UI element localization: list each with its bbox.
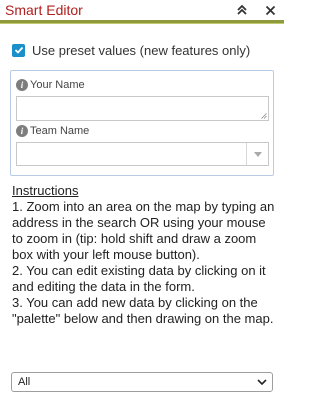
attribute-fields: i Your Name i Team Name xyxy=(10,70,274,176)
close-icon xyxy=(265,5,275,15)
team-name-select[interactable] xyxy=(16,142,269,166)
info-icon[interactable]: i xyxy=(16,79,28,91)
info-icon[interactable]: i xyxy=(16,125,28,137)
team-name-label: Team Name xyxy=(30,125,90,137)
collapse-button[interactable] xyxy=(235,3,249,17)
instruction-step: 3. You can add new data by clicking on t… xyxy=(12,295,274,326)
resize-grip-icon[interactable] xyxy=(261,113,267,119)
instructions-section: Instructions 1. Zoom into an area on the… xyxy=(12,183,276,327)
layer-filter-select[interactable]: All xyxy=(11,372,273,392)
preset-values-option: Use preset values (new features only) xyxy=(12,41,250,59)
instruction-step: 1. Zoom into an area on the map by typin… xyxy=(12,199,275,262)
instruction-step: 2. You can edit existing data by clickin… xyxy=(12,263,266,294)
panel-title: Smart Editor xyxy=(5,2,83,18)
preset-values-checkbox[interactable] xyxy=(12,43,25,57)
your-name-label-row: i Your Name xyxy=(16,78,85,92)
layer-filter-value: All xyxy=(18,376,31,388)
preset-values-label: Use preset values (new features only) xyxy=(32,42,251,58)
panel-header: Smart Editor xyxy=(0,0,284,20)
close-button[interactable] xyxy=(263,3,277,17)
your-name-label: Your Name xyxy=(30,79,85,91)
double-chevron-up-icon xyxy=(237,4,247,15)
checkmark-icon xyxy=(14,46,23,54)
your-name-input[interactable] xyxy=(16,96,269,121)
instructions-title: Instructions xyxy=(12,183,79,198)
header-accent-line xyxy=(0,23,284,24)
caret-down-icon xyxy=(253,151,262,157)
team-name-label-row: i Team Name xyxy=(16,124,89,138)
team-name-dropdown-button[interactable] xyxy=(246,143,268,165)
chevron-down-icon xyxy=(257,379,267,386)
